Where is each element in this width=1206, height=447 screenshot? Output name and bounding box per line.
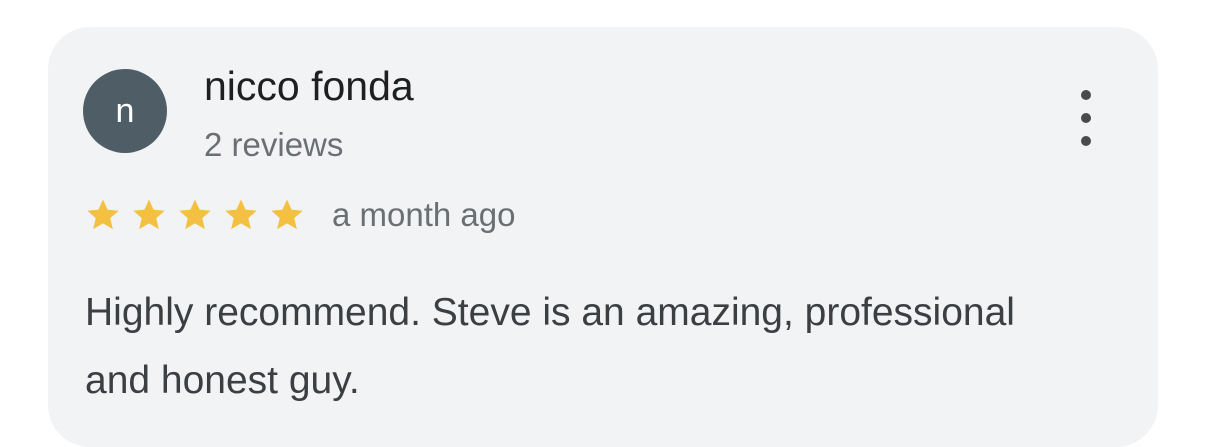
review-date: a month ago xyxy=(332,196,516,234)
more-vertical-icon xyxy=(1081,90,1091,100)
rating-row: a month ago xyxy=(84,195,515,235)
author-review-count[interactable]: 2 reviews xyxy=(204,125,343,165)
star-icon xyxy=(271,199,303,230)
star-icon xyxy=(133,199,165,230)
star-icon xyxy=(179,199,211,230)
star-icon xyxy=(87,199,119,230)
star-icon xyxy=(225,199,257,230)
avatar-initial: n xyxy=(115,92,135,130)
author-name[interactable]: nicco fonda xyxy=(204,62,414,111)
more-vertical-icon-dot xyxy=(1081,136,1091,146)
more-options-button[interactable] xyxy=(1066,90,1106,146)
avatar[interactable]: n xyxy=(83,69,167,153)
star-rating xyxy=(84,196,306,234)
more-vertical-icon-dot xyxy=(1081,113,1091,123)
review-text: Highly recommend. Steve is an amazing, p… xyxy=(85,291,1015,402)
